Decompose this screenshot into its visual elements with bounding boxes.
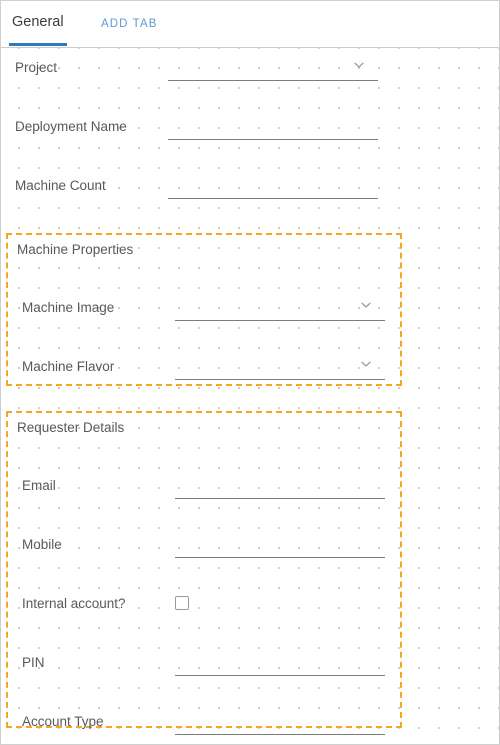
form-row-machine-count: Machine Count bbox=[1, 177, 499, 217]
form-row-project: Project bbox=[1, 59, 499, 99]
form-row-pin: PIN bbox=[3, 654, 499, 694]
form-row-mobile: Mobile bbox=[3, 536, 499, 576]
chevron-down-icon[interactable] bbox=[359, 298, 373, 312]
mobile-input[interactable] bbox=[175, 536, 385, 558]
chevron-down-icon[interactable] bbox=[352, 58, 366, 72]
section-machine-properties[interactable]: Machine Properties Machine Image Machine… bbox=[6, 233, 402, 386]
account-type-input[interactable] bbox=[175, 713, 385, 735]
machine-image-select[interactable] bbox=[175, 299, 385, 321]
machine-flavor-select[interactable] bbox=[175, 358, 385, 380]
form-row-email: Email bbox=[3, 477, 499, 517]
section-title-machine-properties: Machine Properties bbox=[17, 242, 134, 257]
deployment-name-input[interactable] bbox=[168, 118, 378, 140]
section-title-requester-details: Requester Details bbox=[17, 420, 125, 435]
machine-count-input[interactable] bbox=[168, 177, 378, 199]
active-tab-indicator bbox=[9, 43, 67, 46]
project-select[interactable] bbox=[168, 59, 378, 81]
tab-general-label: General bbox=[12, 14, 64, 30]
form-row-machine-flavor: Machine Flavor bbox=[3, 358, 499, 398]
label-email: Email bbox=[22, 478, 56, 493]
tab-general[interactable]: General bbox=[9, 13, 67, 46]
label-account-type: Account Type bbox=[22, 714, 104, 729]
tab-add-tab-label: ADD TAB bbox=[101, 18, 158, 30]
pin-input[interactable] bbox=[175, 654, 385, 676]
label-machine-count: Machine Count bbox=[15, 178, 106, 193]
form-row-account-type: Account Type bbox=[3, 713, 499, 744]
label-project: Project bbox=[15, 60, 58, 75]
section-requester-details[interactable]: Requester Details Email Mobile Internal … bbox=[6, 411, 402, 735]
label-internal-account: Internal account? bbox=[22, 596, 126, 611]
form-row-internal-account: Internal account? bbox=[3, 595, 499, 635]
form-row-machine-image: Machine Image bbox=[3, 299, 499, 339]
label-deployment-name: Deployment Name bbox=[15, 119, 127, 134]
form-row-deployment-name: Deployment Name bbox=[1, 118, 499, 158]
email-input[interactable] bbox=[175, 477, 385, 499]
internal-account-checkbox[interactable] bbox=[175, 596, 189, 610]
form-designer-window: General ADD TAB Project Deployment Name bbox=[0, 0, 500, 745]
label-machine-flavor: Machine Flavor bbox=[22, 359, 115, 374]
label-pin: PIN bbox=[22, 655, 45, 670]
form-canvas: Project Deployment Name Machine Count Ma… bbox=[1, 48, 499, 744]
chevron-down-icon[interactable] bbox=[359, 357, 373, 371]
label-machine-image: Machine Image bbox=[22, 300, 115, 315]
tab-strip: General ADD TAB bbox=[1, 1, 499, 48]
tab-add-tab[interactable]: ADD TAB bbox=[101, 15, 157, 33]
label-mobile: Mobile bbox=[22, 537, 62, 552]
